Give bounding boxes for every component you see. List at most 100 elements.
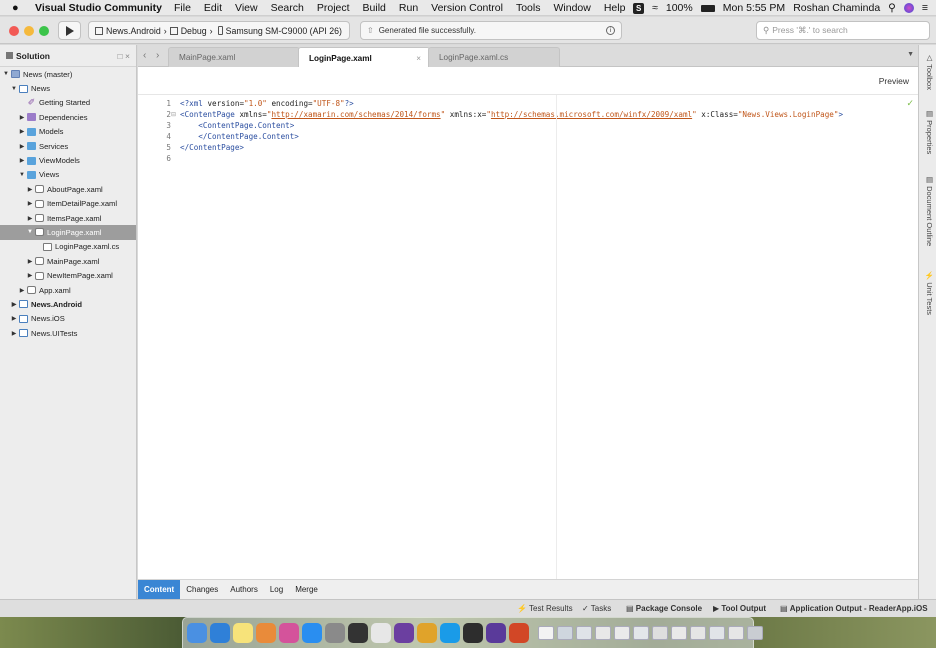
properties-tab[interactable]: ▤ Properties (922, 109, 934, 154)
tree-row[interactable]: ▼ Views (0, 168, 136, 182)
window-thumb-1-icon[interactable] (576, 626, 592, 640)
system-prefs-icon[interactable] (325, 623, 345, 643)
terminal-icon[interactable] (463, 623, 483, 643)
menu-edit[interactable]: Edit (204, 2, 222, 14)
application-output-pad[interactable]: ▤ Application Output - ReaderApp.iOS (780, 604, 928, 613)
tab-authors[interactable]: Authors (224, 580, 264, 600)
expand-arrow-icon[interactable]: ▼ (26, 229, 34, 235)
tasks-pad[interactable]: ✓ Tasks (582, 604, 611, 613)
test-results-pad[interactable]: ⚡ Test Results (517, 604, 573, 613)
tree-row[interactable]: ▶ News.iOS (0, 312, 136, 326)
unit-tests-tab[interactable]: ⚡ Unit Tests (922, 271, 934, 315)
collapse-arrow-icon[interactable]: ▶ (26, 186, 34, 193)
menu-run[interactable]: Run (399, 2, 418, 14)
collapse-arrow-icon[interactable]: ▶ (18, 143, 26, 150)
code-line[interactable]: </ContentPage.Content> (180, 132, 299, 141)
tree-row[interactable]: ▶ NewItemPage.xaml (0, 268, 136, 282)
pad-controls[interactable]: □ × (118, 51, 130, 61)
skype-status-icon[interactable]: S (633, 2, 645, 14)
document-icon[interactable] (538, 626, 554, 640)
notes-icon[interactable] (233, 623, 253, 643)
tree-row[interactable]: ▼ News (master) (0, 67, 136, 81)
tree-row[interactable]: ▶ MainPage.xaml (0, 254, 136, 268)
nav-forward-icon[interactable]: › (156, 50, 159, 61)
skype-icon[interactable] (348, 623, 368, 643)
tree-row[interactable]: ▼ LoginPage.xaml (0, 225, 136, 240)
code-line[interactable]: </ContentPage> (180, 143, 244, 152)
window-thumb-3-icon[interactable] (614, 626, 630, 640)
crumb-project[interactable]: News.Android (106, 26, 161, 36)
siri-icon[interactable] (903, 3, 914, 13)
window-thumb-4-icon[interactable] (633, 626, 649, 640)
itunes-icon[interactable] (279, 623, 299, 643)
minimize-window-icon[interactable] (24, 26, 34, 36)
tab-overflow-icon[interactable]: ▼ (907, 51, 914, 58)
code-line[interactable]: <ContentPage.Content> (180, 121, 294, 130)
package-console-pad[interactable]: ▤ Package Console (626, 604, 702, 613)
window-thumb-5-icon[interactable] (652, 626, 668, 640)
zoom-window-icon[interactable] (39, 26, 49, 36)
powerpoint-icon[interactable] (509, 623, 529, 643)
nav-back-icon[interactable]: ‹ (143, 50, 146, 61)
tab-loginpage[interactable]: LoginPage.xaml × (298, 47, 430, 68)
tree-row[interactable]: ▶ Services (0, 139, 136, 153)
photos-icon[interactable] (256, 623, 276, 643)
crumb-device[interactable]: Samsung SM-C9000 (API 26) (226, 26, 342, 36)
close-window-icon[interactable] (9, 26, 19, 36)
finder-icon[interactable] (187, 623, 207, 643)
wifi-icon[interactable]: ≈ (652, 2, 658, 14)
tree-row[interactable]: ▶ ViewModels (0, 153, 136, 167)
collapse-arrow-icon[interactable]: ▶ (26, 200, 34, 207)
safari-icon[interactable] (210, 623, 230, 643)
document-outline-tab[interactable]: ▤ Document Outline (922, 175, 934, 246)
collapse-arrow-icon[interactable]: ▶ (26, 215, 34, 222)
toolbox-tab[interactable]: △ Toolbox (922, 53, 934, 90)
user-name[interactable]: Roshan Chaminda (793, 2, 880, 14)
code-line[interactable]: <?xml version="1.0" encoding="UTF-8"?> (180, 99, 354, 108)
expand-arrow-icon[interactable]: ▼ (18, 172, 26, 178)
tree-row[interactable]: ▶ App.xaml (0, 283, 136, 297)
tool-output-pad[interactable]: ▶ Tool Output (713, 604, 766, 613)
vs-code-icon[interactable] (486, 623, 506, 643)
tree-row[interactable]: ▶ News.Android (0, 297, 136, 311)
tab-merge[interactable]: Merge (289, 580, 324, 600)
window-thumb-8-icon[interactable] (709, 626, 725, 640)
collapse-arrow-icon[interactable]: ▶ (26, 272, 34, 279)
collapse-arrow-icon[interactable]: ▶ (18, 287, 26, 294)
tree-row[interactable]: ▼ News (0, 81, 136, 95)
preview-icon[interactable] (557, 626, 573, 640)
window-thumb-7-icon[interactable] (690, 626, 706, 640)
menu-help[interactable]: Help (604, 2, 626, 14)
tab-changes[interactable]: Changes (180, 580, 224, 600)
window-thumb-6-icon[interactable] (671, 626, 687, 640)
code-line[interactable]: <ContentPage xmlns="http://xamarin.com/s… (180, 110, 843, 119)
preview-button[interactable]: Preview (879, 76, 909, 86)
app-store-icon[interactable] (302, 623, 322, 643)
expand-arrow-icon[interactable]: ▼ (10, 86, 18, 92)
collapse-arrow-icon[interactable]: ▶ (18, 114, 26, 121)
info-icon[interactable]: i (606, 26, 615, 35)
tree-row[interactable]: ▶ News.UITests (0, 326, 136, 340)
chrome-icon[interactable] (417, 623, 437, 643)
trash-icon[interactable] (747, 626, 763, 640)
tree-row[interactable]: ▶ ItemsPage.xaml (0, 211, 136, 225)
hex-app-icon[interactable] (371, 623, 391, 643)
menu-view[interactable]: View (235, 2, 258, 14)
menu-build[interactable]: Build (363, 2, 386, 14)
tree-row[interactable]: ▶ ItemDetailPage.xaml (0, 197, 136, 211)
code-area[interactable]: <?xml version="1.0" encoding="UTF-8"?> <C… (180, 95, 900, 579)
menu-version-control[interactable]: Version Control (431, 2, 503, 14)
app-menu[interactable]: Visual Studio Community (35, 2, 162, 14)
menu-search[interactable]: Search (271, 2, 304, 14)
crumb-config[interactable]: Debug (181, 26, 207, 36)
tree-row[interactable]: ▶ AboutPage.xaml (0, 182, 136, 196)
collapse-arrow-icon[interactable]: ▶ (26, 258, 34, 265)
apple-icon[interactable]: ● (12, 2, 26, 14)
run-button[interactable] (58, 21, 81, 40)
menu-file[interactable]: File (174, 2, 191, 14)
code-link[interactable]: http://schemas.microsoft.com/winfx/2009/… (491, 110, 692, 119)
battery-icon[interactable] (700, 4, 715, 12)
menu-project[interactable]: Project (317, 2, 350, 14)
fold-icon[interactable]: ⊟ (171, 111, 176, 118)
collapse-arrow-icon[interactable]: ▶ (10, 315, 18, 322)
